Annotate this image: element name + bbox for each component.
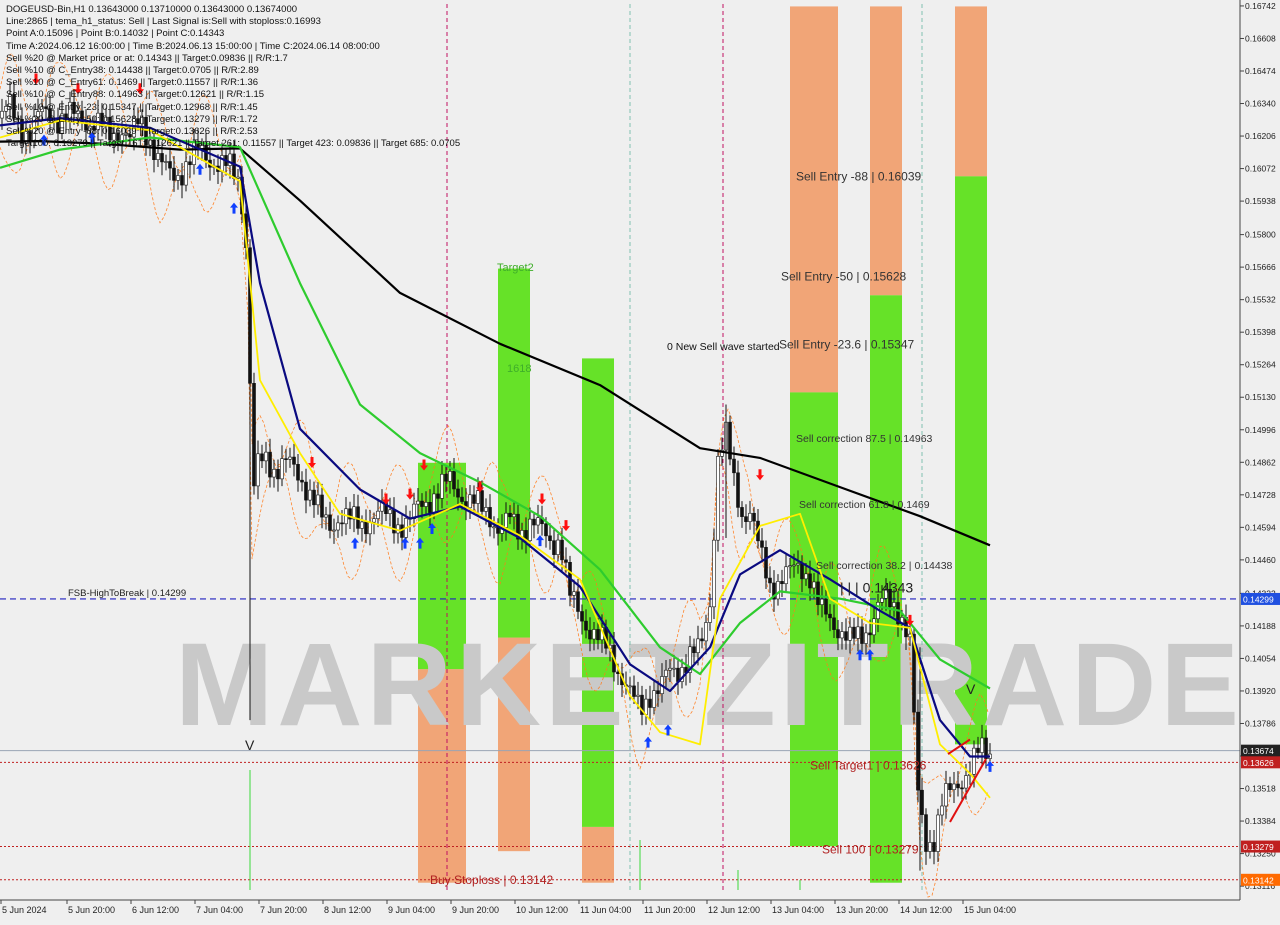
label-new-wave: 0 New Sell wave started — [667, 341, 780, 353]
label-v-mark-right: V — [966, 681, 976, 697]
candle — [712, 528, 716, 620]
price-badge-label: 0.13142 — [1243, 875, 1274, 885]
label-v-mark: V — [245, 737, 255, 753]
label-sell-entry-88: Sell Entry -88 | 0.16039 — [796, 170, 922, 184]
time-tick-label: 14 Jun 12:00 — [900, 905, 952, 915]
price-tick-label: 0.14460 — [1245, 555, 1276, 565]
price-tick-label: 0.13384 — [1245, 816, 1276, 826]
time-tick-label: 10 Jun 12:00 — [516, 905, 568, 915]
price-tick-label: 0.14054 — [1245, 653, 1276, 663]
price-tick-label: 0.15264 — [1245, 360, 1276, 370]
time-tick-label: 7 Jun 20:00 — [260, 905, 307, 915]
price-tick-label: 0.13786 — [1245, 718, 1276, 728]
price-badge-label: 0.14299 — [1243, 594, 1274, 604]
time-tick-label: 9 Jun 04:00 — [388, 905, 435, 915]
time-tick-label: 7 Jun 04:00 — [196, 905, 243, 915]
candle — [916, 699, 920, 803]
price-tick-label: 0.14862 — [1245, 457, 1276, 467]
price-badge-label: 0.13279 — [1243, 842, 1274, 852]
price-tick-label: 0.16742 — [1245, 1, 1276, 11]
info-line: Target100: 0.13279 || Target 161: 0.1262… — [6, 138, 461, 150]
price-tick-label: 0.16608 — [1245, 33, 1276, 43]
time-tick-label: 9 Jun 20:00 — [452, 905, 499, 915]
info-line: Sell %10 @ C_Entry61: 0.1469 || Target:0… — [6, 77, 259, 89]
price-tick-label: 0.15800 — [1245, 230, 1276, 240]
info-line: Line:2865 | tema_h1_status: Sell | Last … — [6, 16, 321, 28]
time-tick-label: 6 Jun 12:00 — [132, 905, 179, 915]
price-tick-label: 0.14996 — [1245, 425, 1276, 435]
info-line: Sell %20 @ Entry -50: 0.15628 || Target:… — [6, 113, 258, 125]
label-sell-entry-23: Sell Entry -23.6 | 0.15347 — [779, 338, 915, 352]
zone-8-top — [870, 6, 902, 296]
price-tick-label: 0.16474 — [1245, 66, 1276, 76]
price-badge-label: 0.13626 — [1243, 758, 1274, 768]
price-axis: 0.16742 0.16608 0.16474 0.16340 0.16206 0.160… — [1239, 0, 1280, 920]
label-sell-target1: Sell Target1 | 0.13626 — [810, 758, 927, 772]
price-tick-label: 0.15666 — [1245, 262, 1276, 272]
time-tick-label: 13 Jun 20:00 — [836, 905, 888, 915]
zone-4 — [582, 826, 614, 883]
zone-6 — [790, 6, 838, 393]
time-tick-label: 15 Jun 04:00 — [964, 905, 1016, 915]
price-tick-label: 0.15532 — [1245, 295, 1276, 305]
label-buy-stoploss: Buy Stoploss | 0.13142 — [430, 873, 554, 887]
candle — [252, 372, 256, 495]
price-tick-label: 0.15398 — [1245, 327, 1276, 337]
info-line: Sell %20 @ Market price or at: 0.14343 |… — [6, 52, 288, 64]
info-line: Sell %10 @ Entry -23: 0.15347 || Target:… — [6, 101, 258, 113]
price-badge-label: 0.13674 — [1243, 746, 1274, 756]
label-sell-entry-50: Sell Entry -50 | 0.15628 — [781, 269, 907, 283]
time-tick-label: 12 Jun 12:00 — [708, 905, 760, 915]
label-sell-correction-618: Sell correction 61.8 | 0.1469 — [799, 499, 930, 511]
label-sell-100: Sell 100 | 0.13279 — [822, 843, 919, 857]
label-sell-correction-382: Sell correction 38.2 | 0.14438 — [816, 560, 953, 572]
info-line: DOGEUSD-Bin,H1 0.13643000 0.13710000 0.1… — [6, 4, 298, 15]
time-tick-label: 11 Jun 04:00 — [580, 905, 631, 915]
zone-3 — [498, 268, 530, 638]
chart-root: MARKETZITRADE Sell Entry -88 | 0.16039 Se… — [0, 0, 1280, 920]
time-tick-label: 13 Jun 04:00 — [772, 905, 824, 915]
price-tick-label: 0.16206 — [1245, 131, 1276, 141]
info-line: Time A:2024.06.12 16:00:00 | Time B:2024… — [6, 40, 380, 52]
time-tick-label: 5 Jun 20:00 — [68, 905, 115, 915]
price-tick-label: 0.14188 — [1245, 621, 1276, 631]
zone-5 — [582, 358, 614, 827]
price-tick-label: 0.16340 — [1245, 99, 1276, 109]
candle — [716, 449, 720, 552]
price-tick-label: 0.16072 — [1245, 164, 1276, 174]
time-tick-label: 5 Jun 2024 — [2, 905, 47, 915]
info-line: Sell %20 @ Entry -88: 0.16039 || Target:… — [6, 126, 258, 137]
candle — [728, 415, 732, 466]
info-line: Sell %10 @ C_Entry88: 0.14963 || Target:… — [6, 89, 265, 101]
label-1618: 1618 — [507, 363, 531, 375]
price-tick-label: 0.13518 — [1245, 784, 1276, 794]
label-target2: Target2 — [497, 262, 534, 274]
label-fsb: FSB-HighToBreak | 0.14299 — [68, 588, 186, 599]
label-sell-correction-875: Sell correction 87.5 | 0.14963 — [796, 433, 933, 445]
price-tick-label: 0.14594 — [1245, 522, 1276, 532]
info-line: Point A:0.15096 | Point B:0.14032 | Poin… — [6, 28, 225, 40]
time-tick-label: 11 Jun 20:00 — [644, 905, 695, 915]
price-tick-label: 0.15130 — [1245, 392, 1276, 402]
price-tick-label: 0.14728 — [1245, 490, 1276, 500]
time-tick-label: 8 Jun 12:00 — [324, 905, 371, 915]
zone-9 — [955, 6, 987, 177]
price-tick-label: 0.13920 — [1245, 686, 1276, 696]
price-tick-label: 0.15938 — [1245, 196, 1276, 206]
info-line: Sell %10 @ C_Entry38: 0.14438 || Target:… — [6, 65, 259, 76]
label-point-c: | | | 0.14343 — [840, 579, 913, 595]
